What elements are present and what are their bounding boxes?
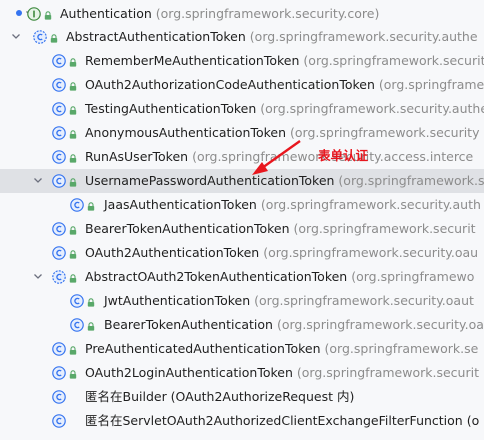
annotation-label: 表单认证: [318, 148, 369, 163]
annotation-arrow: [252, 140, 301, 175]
